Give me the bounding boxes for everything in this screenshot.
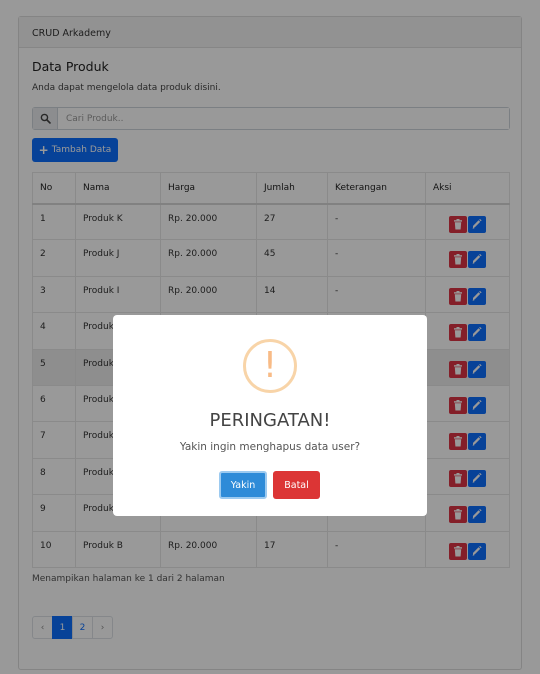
dialog-message: Yakin ingin menghapus data user? xyxy=(179,441,361,453)
warning-icon: ! xyxy=(243,339,297,393)
confirm-dialog: ! PERINGATAN! Yakin ingin menghapus data… xyxy=(113,315,427,516)
confirm-button[interactable]: Yakin xyxy=(219,471,267,499)
cancel-button[interactable]: Batal xyxy=(273,471,320,499)
dialog-title: PERINGATAN! xyxy=(209,410,331,431)
